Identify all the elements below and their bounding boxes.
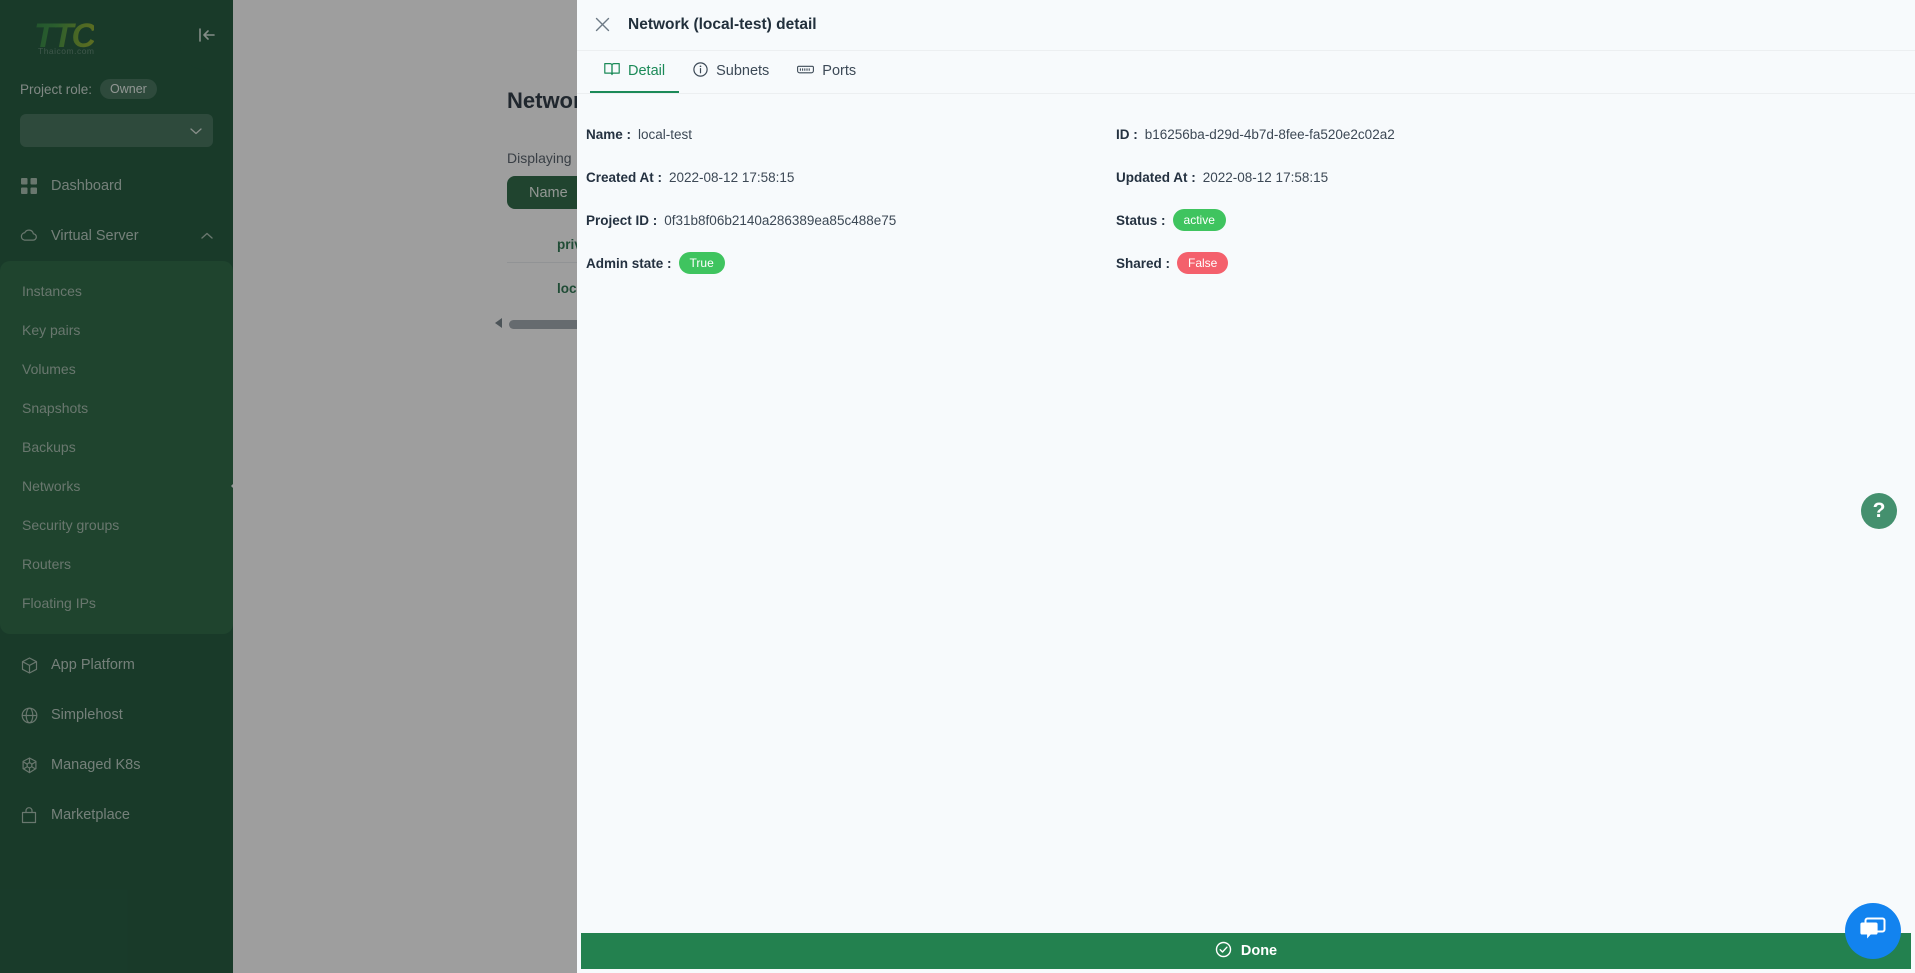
tab-detail[interactable]: Detail (590, 51, 680, 93)
check-circle-icon (1215, 941, 1232, 962)
detail-grid: Name : local-test ID : b16256ba-d29d-4b7… (577, 120, 1915, 277)
field-key: Status : (1116, 212, 1166, 228)
info-circle-icon (693, 61, 708, 81)
chat-bubbles-icon (1859, 916, 1887, 947)
field-key: Name : (586, 126, 632, 142)
tab-label: Subnets (716, 63, 770, 79)
network-detail-drawer: Network (local-test) detail Detail Subne… (577, 0, 1915, 973)
port-icon (797, 63, 815, 79)
field-key: Project ID : (586, 212, 658, 228)
done-button-label: Done (1240, 943, 1278, 959)
field-value: 2022-08-12 17:58:15 (1202, 169, 1329, 185)
drawer-body: Name : local-test ID : b16256ba-d29d-4b7… (577, 94, 1915, 933)
field-key: Admin state : (586, 255, 672, 271)
close-icon[interactable] (594, 16, 612, 34)
modal-backdrop[interactable] (0, 0, 577, 973)
tab-subnets[interactable]: Subnets (679, 51, 783, 93)
field-value: local-test (638, 126, 693, 142)
field-project-id: Project ID : 0f31b8f06b2140a286389ea85c4… (586, 206, 1116, 234)
drawer-footer: Done (577, 933, 1915, 973)
field-admin-state: Admin state : True (586, 249, 1116, 277)
field-key: Shared : (1116, 255, 1171, 271)
field-name: Name : local-test (586, 120, 1116, 148)
drawer-title: Network (local-test) detail (628, 16, 817, 33)
question-mark-icon: ? (1872, 499, 1886, 522)
field-value: 0f31b8f06b2140a286389ea85c488e75 (664, 212, 897, 228)
drawer-header: Network (local-test) detail (577, 0, 1915, 51)
drawer-tabs: Detail Subnets Ports (577, 51, 1915, 94)
shared-badge: False (1177, 251, 1229, 275)
field-updated-at: Updated At : 2022-08-12 17:58:15 (1116, 163, 1915, 191)
help-button[interactable]: ? (1861, 493, 1897, 529)
field-value: b16256ba-d29d-4b7d-8fee-fa520e2c02a2 (1144, 126, 1395, 142)
chat-widget-button[interactable] (1845, 903, 1901, 959)
admin-state-badge: True (678, 251, 725, 275)
field-shared: Shared : False (1116, 249, 1915, 277)
field-status: Status : active (1116, 206, 1915, 234)
done-button[interactable]: Done (581, 933, 1911, 969)
field-id: ID : b16256ba-d29d-4b7d-8fee-fa520e2c02a… (1116, 120, 1915, 148)
tab-label: Detail (628, 63, 666, 79)
app-root: Networks Displaying Name private-net loc… (0, 0, 1915, 973)
status-badge: active (1172, 208, 1226, 232)
tab-ports[interactable]: Ports (783, 51, 870, 93)
field-key: Created At : (586, 169, 663, 185)
field-key: ID : (1116, 126, 1138, 142)
field-created-at: Created At : 2022-08-12 17:58:15 (586, 163, 1116, 191)
book-icon (604, 62, 620, 80)
field-key: Updated At : (1116, 169, 1196, 185)
field-value: 2022-08-12 17:58:15 (669, 169, 795, 185)
tab-label: Ports (822, 63, 857, 79)
